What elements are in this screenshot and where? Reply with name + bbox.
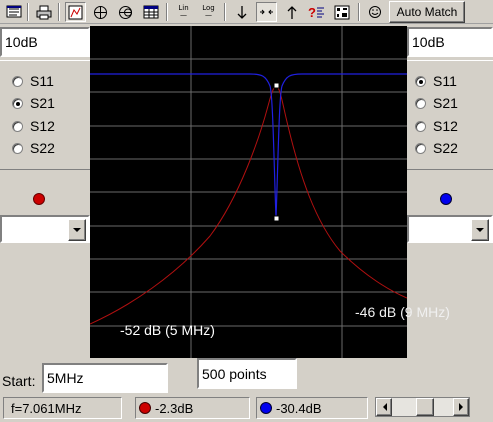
right-radio-s11[interactable]: S11 [415, 72, 457, 90]
red-dot-icon [139, 402, 151, 414]
left-radio-s11-dot[interactable] [12, 75, 23, 87]
tools-icon[interactable] [331, 2, 352, 22]
start-frequency-field[interactable]: 5MHz [42, 363, 168, 393]
right-radio-s21-dot[interactable] [415, 97, 426, 109]
frequency-readout: f=7.061MHz [3, 397, 122, 419]
points-field[interactable]: 500 points [197, 358, 297, 389]
left-scale-field[interactable]: 10dB [0, 27, 90, 57]
right-radio-s22[interactable]: S22 [415, 139, 458, 157]
s21-trace [90, 85, 407, 325]
linear-scale-button[interactable]: Lin — [173, 2, 194, 22]
chevron-down-icon[interactable] [68, 219, 86, 241]
frequency-readout-text: f=7.061MHz [11, 400, 82, 416]
blue-trace-readout: -30.4dB [256, 397, 368, 419]
left-radio-s11[interactable]: S11 [12, 72, 54, 90]
left-param-group: S11 S21 S12 S22 [0, 60, 90, 170]
left-trace-color-indicator [33, 193, 45, 205]
right-trace-dropdown[interactable] [407, 215, 493, 243]
open-icon[interactable] [3, 2, 24, 22]
red-trace-readout: -2.3dB [135, 397, 250, 419]
right-radio-s12-dot[interactable] [415, 120, 426, 132]
help-icon[interactable]: ? [306, 2, 327, 22]
arrow-up-icon[interactable] [281, 2, 302, 22]
s11-trace [90, 73, 407, 219]
left-annotation: -52 dB (5 MHz) [120, 322, 215, 338]
right-radio-s11-dot[interactable] [415, 75, 426, 87]
scroll-left-icon[interactable] [376, 398, 392, 416]
smiley-icon[interactable] [364, 2, 385, 22]
scroll-right-icon[interactable] [453, 398, 469, 416]
marker-bottom[interactable] [273, 215, 280, 222]
right-annotation: -46 dB (9 MHz) [355, 304, 450, 320]
left-radio-s12[interactable]: S12 [12, 117, 55, 135]
red-trace-value: -2.3dB [155, 400, 194, 416]
scroll-thumb[interactable] [416, 398, 434, 416]
chevron-down-icon[interactable] [471, 219, 489, 241]
right-trace-color-indicator [440, 193, 452, 205]
right-radio-s22-dot[interactable] [415, 142, 426, 154]
svg-text:?: ? [308, 5, 316, 20]
left-radio-s21-dot[interactable] [12, 97, 23, 109]
blue-trace-value: -30.4dB [276, 400, 322, 416]
right-param-group: S11 S21 S12 S22 [407, 60, 493, 170]
zoom-icon[interactable] [256, 2, 277, 22]
toolbar: Lin — Log — ? Auto Match [0, 0, 493, 24]
cartesian-plot-icon[interactable] [65, 2, 86, 22]
start-label: Start: [2, 373, 36, 389]
horizontal-scrollbar[interactable] [375, 397, 470, 417]
marker-top[interactable] [273, 82, 280, 89]
right-radio-s21[interactable]: S21 [415, 94, 458, 112]
arrow-down-icon[interactable] [231, 2, 252, 22]
left-radio-s21[interactable]: S21 [12, 94, 55, 112]
left-trace-dropdown[interactable] [0, 215, 90, 243]
blue-dot-icon [260, 402, 272, 414]
right-radio-s12[interactable]: S12 [415, 117, 458, 135]
right-scale-field[interactable]: 10dB [407, 27, 493, 57]
print-icon[interactable] [33, 2, 54, 22]
polar-plot-icon[interactable] [90, 2, 111, 22]
left-radio-s12-dot[interactable] [12, 120, 23, 132]
auto-match-button[interactable]: Auto Match [389, 1, 465, 23]
log-scale-button[interactable]: Log — [198, 2, 219, 22]
left-radio-s22[interactable]: S22 [12, 139, 55, 157]
left-radio-s22-dot[interactable] [12, 142, 23, 154]
smith-chart-icon[interactable] [115, 2, 136, 22]
table-icon[interactable] [140, 2, 161, 22]
